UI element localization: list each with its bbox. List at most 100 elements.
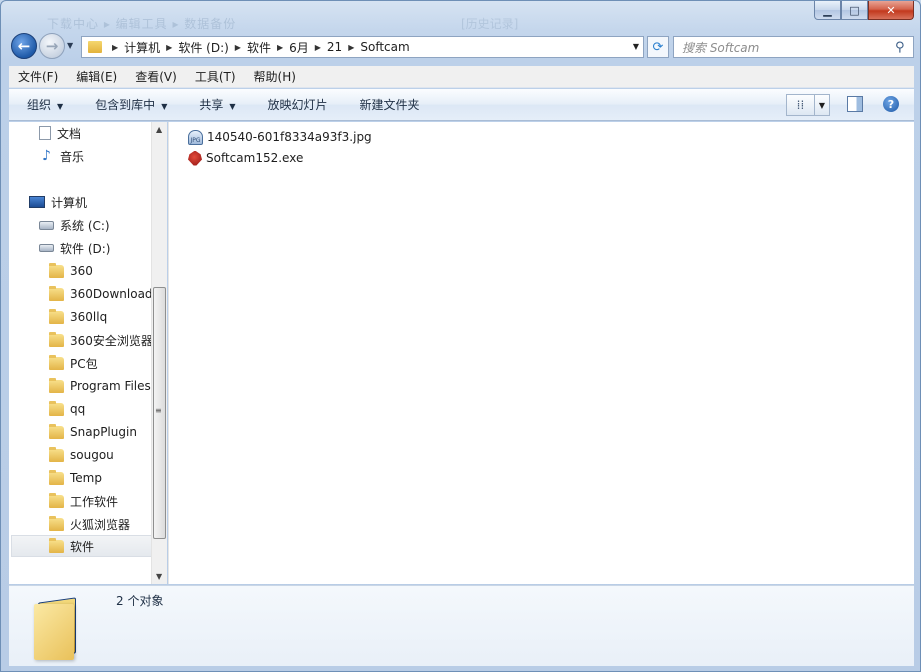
menu-bar: 文件(F) 编辑(E) 查看(V) 工具(T) 帮助(H) xyxy=(9,66,914,88)
title-ghost: 下载中心 ▸ 编辑工具 ▸ 数据备份 xyxy=(47,17,237,31)
chevron-down-icon: ▼ xyxy=(57,102,64,111)
help-icon: ? xyxy=(887,97,895,111)
navigation-scrollbar[interactable]: ▲ ≡ ▼ xyxy=(151,122,167,584)
recent-pages-dropdown[interactable]: ▼ xyxy=(67,41,73,50)
folder-icon xyxy=(49,492,64,508)
tree-item-folder[interactable]: 工作软件 xyxy=(49,490,118,512)
folder-icon xyxy=(49,469,64,485)
folder-icon xyxy=(49,515,64,531)
folder-icon xyxy=(49,354,64,370)
menu-tools[interactable]: 工具(T) xyxy=(186,68,245,85)
tree-label: 音乐 xyxy=(60,149,85,164)
forward-button[interactable]: → xyxy=(39,33,65,59)
close-button[interactable]: ✕ xyxy=(868,1,914,20)
share-button[interactable]: 共享 ▼ xyxy=(181,96,249,113)
chevron-right-icon[interactable]: ▶ xyxy=(348,43,354,52)
include-library-label: 包含到库中 xyxy=(95,98,156,112)
tree-label: 工作软件 xyxy=(70,494,119,509)
chevron-right-icon[interactable]: ▶ xyxy=(277,43,283,52)
back-button[interactable]: ← xyxy=(11,33,37,59)
refresh-icon: ⟳ xyxy=(652,39,664,55)
tree-item-folder[interactable]: 360Download xyxy=(49,283,153,305)
tree-label: 360llq xyxy=(70,310,108,324)
chevron-down-icon[interactable]: ▼ xyxy=(815,95,829,115)
chevron-right-icon[interactable]: ▶ xyxy=(166,43,172,52)
tree-item-drive-d[interactable]: 软件 (D:) xyxy=(39,237,110,259)
tree-label: 系统 (C:) xyxy=(60,218,110,233)
scroll-down-icon[interactable]: ▼ xyxy=(156,572,162,581)
menu-file[interactable]: 文件(F) xyxy=(9,68,67,85)
preview-pane-button[interactable] xyxy=(847,96,863,112)
tree-item-folder[interactable]: 火狐浏览器 xyxy=(49,513,130,535)
tree-label: 计算机 xyxy=(51,195,88,210)
slideshow-button[interactable]: 放映幻灯片 xyxy=(250,96,342,113)
chevron-right-icon[interactable]: ▶ xyxy=(235,43,241,52)
file-name: Softcam152.exe xyxy=(206,151,304,165)
address-dropdown-icon[interactable]: ▼ xyxy=(633,42,639,51)
file-list[interactable]: JPG 140540-601f8334a93f3.jpg Softcam152.… xyxy=(168,122,914,584)
search-icon[interactable]: ⚲ xyxy=(895,40,913,55)
menu-help[interactable]: 帮助(H) xyxy=(245,68,305,85)
tree-label: Program Files xyxy=(70,379,151,393)
breadcrumb-21[interactable]: 21 xyxy=(327,40,342,54)
organize-button[interactable]: 组织 ▼ xyxy=(9,96,77,113)
tree-item-computer[interactable]: 计算机 xyxy=(29,191,87,213)
address-bar[interactable]: ▶ 计算机 ▶ 软件 (D:) ▶ 软件 ▶ 6月 ▶ 21 ▶ Softcam… xyxy=(81,36,644,58)
tree-item-folder[interactable]: Temp xyxy=(49,467,102,489)
chevron-right-icon[interactable]: ▶ xyxy=(315,43,321,52)
breadcrumb-drive-d[interactable]: 软件 (D:) xyxy=(178,39,228,56)
search-box[interactable]: 搜索 Softcam ⚲ xyxy=(673,36,914,58)
folder-icon xyxy=(49,285,64,301)
tree-item-folder[interactable]: PC包 xyxy=(49,352,98,374)
tree-item-folder[interactable]: Program Files xyxy=(49,375,151,397)
tree-label: 文档 xyxy=(57,126,82,141)
folder-icon xyxy=(88,41,102,53)
scroll-grip-icon: ≡ xyxy=(155,406,162,415)
folder-icon xyxy=(49,331,64,347)
tree-item-drive-c[interactable]: 系统 (C:) xyxy=(39,214,110,236)
folder-icon xyxy=(49,308,64,324)
help-button[interactable]: ? xyxy=(883,96,899,112)
tree-label: 360安全浏览器 xyxy=(70,333,153,348)
tree-label: sougou xyxy=(70,448,114,462)
refresh-button[interactable]: ⟳ xyxy=(647,36,669,58)
view-grid-icon[interactable]: ⁞⁞ xyxy=(787,95,815,115)
file-item[interactable]: JPG 140540-601f8334a93f3.jpg xyxy=(188,127,372,147)
share-label: 共享 xyxy=(199,98,224,112)
new-folder-button[interactable]: 新建文件夹 xyxy=(342,96,434,113)
folder-icon xyxy=(49,377,64,393)
tree-item-folder[interactable]: 360安全浏览器 xyxy=(49,329,153,351)
menu-edit[interactable]: 编辑(E) xyxy=(67,68,126,85)
menu-view[interactable]: 查看(V) xyxy=(126,68,186,85)
breadcrumb-softcam[interactable]: Softcam xyxy=(360,40,409,54)
tree-item-folder[interactable]: qq xyxy=(49,398,85,420)
tree-item-folder[interactable]: 360llq xyxy=(49,306,107,328)
maximize-button[interactable]: □ xyxy=(841,1,868,20)
chevron-right-icon[interactable]: ▶ xyxy=(112,43,118,52)
breadcrumb-software[interactable]: 软件 xyxy=(247,39,271,56)
details-pane: 2 个对象 xyxy=(9,585,914,666)
breadcrumb-june[interactable]: 6月 xyxy=(289,39,309,56)
title-ghost-right: [历史记录] xyxy=(461,17,519,31)
command-bar: 组织 ▼ 包含到库中 ▼ 共享 ▼ 放映幻灯片 新建文件夹 ⁞⁞ ▼ ? xyxy=(9,89,914,121)
minimize-button[interactable]: ▁ xyxy=(814,1,841,20)
file-item[interactable]: Softcam152.exe xyxy=(188,148,303,168)
include-library-button[interactable]: 包含到库中 ▼ xyxy=(77,96,181,113)
tree-item-music[interactable]: ♪ 音乐 xyxy=(39,145,84,167)
system-drive-icon xyxy=(39,220,54,230)
change-view-button[interactable]: ⁞⁞ ▼ xyxy=(786,94,830,116)
arrow-left-icon: ← xyxy=(17,37,31,55)
tree-item-selected-folder[interactable]: 软件 xyxy=(11,535,157,557)
navigation-pane[interactable]: 文档 ♪ 音乐 计算机 系统 (C:) 软件 (D:) 360 360Downlo… xyxy=(9,122,167,584)
tree-item-folder[interactable]: SnapPlugin xyxy=(49,421,137,443)
search-input[interactable]: 搜索 Softcam xyxy=(674,39,895,56)
tree-item-folder[interactable]: sougou xyxy=(49,444,114,466)
drive-icon xyxy=(39,244,54,252)
tree-item-documents[interactable]: 文档 xyxy=(39,122,81,144)
document-icon xyxy=(39,126,51,140)
folder-icon xyxy=(49,400,64,416)
tree-item-folder[interactable]: 360 xyxy=(49,260,93,282)
breadcrumb-computer[interactable]: 计算机 xyxy=(124,39,160,56)
tree-label: Temp xyxy=(70,471,102,485)
scroll-up-icon[interactable]: ▲ xyxy=(156,125,162,134)
